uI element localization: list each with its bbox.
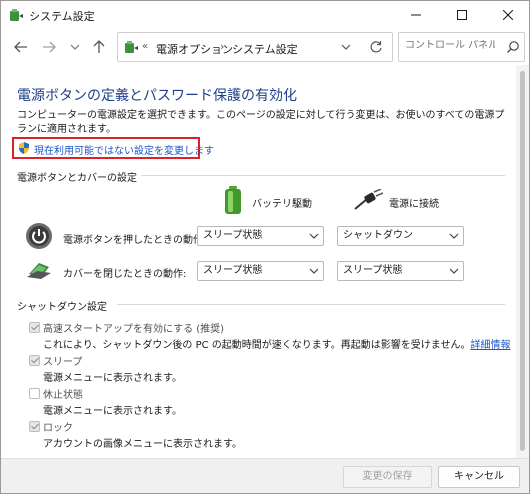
cancel-button[interactable]: キャンセル bbox=[438, 466, 520, 488]
power-options-icon bbox=[10, 9, 23, 21]
maximize-icon bbox=[457, 10, 467, 20]
laptop-lid-icon bbox=[27, 263, 51, 279]
power-buttons-group-label: 電源ボタンとカバーの設定 bbox=[17, 173, 137, 184]
power-button-plugged-select[interactable]: シャットダウン bbox=[337, 226, 464, 246]
address-overflow[interactable]: « bbox=[142, 41, 148, 52]
lock-checkbox[interactable] bbox=[29, 421, 40, 432]
arrow-right-icon bbox=[43, 41, 56, 53]
shutdown-group-label: シャットダウン設定 bbox=[17, 302, 107, 313]
select-value: スリープ状態 bbox=[203, 265, 263, 276]
maximize-button[interactable] bbox=[439, 1, 485, 29]
title-bar: システム設定 bbox=[1, 1, 529, 29]
search-input[interactable] bbox=[405, 40, 495, 51]
sleep-label: スリープ bbox=[43, 357, 83, 368]
power-button-battery-select[interactable]: スリープ状態 bbox=[197, 226, 324, 246]
chevron-down-icon[interactable] bbox=[340, 39, 352, 55]
page-description: コンピューターの電源設定を選択できます。このページの設定に対して行う変更は、お使… bbox=[17, 110, 505, 135]
scrollbar-thumb[interactable] bbox=[520, 71, 525, 451]
system-settings-window: システム設定 « 電源オプション › システム設定 コントロール パネルの...… bbox=[0, 0, 530, 494]
forward-button[interactable] bbox=[37, 35, 61, 59]
select-value: スリープ状態 bbox=[203, 230, 263, 241]
battery-icon bbox=[225, 186, 241, 214]
content-pane: 電源ボタンの定義とパスワード保護の有効化 コンピューターの電源設定を選択できます… bbox=[1, 65, 516, 458]
arrow-left-icon bbox=[14, 41, 27, 53]
up-button[interactable] bbox=[87, 35, 111, 59]
refresh-icon[interactable] bbox=[368, 39, 384, 55]
fast-startup-description-text: これにより、シャットダウン後の PC の起動時間が速くなります。再起動は影響を受… bbox=[43, 340, 471, 351]
breadcrumb-system-settings[interactable]: システム設定 bbox=[232, 41, 298, 57]
chevron-down-icon bbox=[449, 268, 459, 274]
fast-startup-checkbox[interactable] bbox=[29, 322, 40, 333]
battery-column-header: バッテリ駆動 bbox=[252, 199, 312, 210]
more-info-link[interactable]: 詳細情報 bbox=[470, 340, 510, 351]
lid-close-battery-select[interactable]: スリープ状態 bbox=[197, 261, 324, 281]
chevron-down-icon bbox=[309, 268, 319, 274]
fast-startup-description: これにより、シャットダウン後の PC の起動時間が速くなります。再起動は影響を受… bbox=[43, 336, 510, 351]
lock-description: アカウントの画像メニューに表示されます。 bbox=[43, 439, 242, 450]
change-unavailable-settings-link[interactable]: 現在利用可能ではない設定を変更します bbox=[34, 142, 214, 157]
window-title: システム設定 bbox=[29, 10, 95, 23]
minimize-icon bbox=[411, 14, 421, 16]
navigation-bar: « 電源オプション › システム設定 bbox=[1, 29, 529, 65]
close-button[interactable] bbox=[485, 1, 530, 29]
arrow-up-icon bbox=[93, 40, 105, 53]
hibernate-label: 休止状態 bbox=[43, 390, 83, 401]
sleep-checkbox[interactable] bbox=[29, 355, 40, 366]
power-button-action-label: 電源ボタンを押したときの動作: bbox=[63, 235, 207, 246]
search-box[interactable] bbox=[398, 32, 525, 62]
power-button-icon bbox=[26, 223, 52, 249]
group-divider bbox=[141, 175, 505, 176]
select-value: スリープ状態 bbox=[343, 265, 403, 276]
recent-locations-button[interactable] bbox=[63, 35, 87, 59]
back-button[interactable] bbox=[9, 35, 33, 59]
search-icon bbox=[507, 41, 519, 53]
address-bar[interactable]: « 電源オプション › システム設定 bbox=[117, 32, 393, 62]
power-options-icon bbox=[125, 41, 138, 53]
chevron-down-icon bbox=[449, 233, 459, 239]
vertical-scrollbar[interactable] bbox=[516, 65, 529, 458]
close-icon bbox=[503, 10, 513, 20]
chevron-down-icon bbox=[70, 44, 80, 50]
page-title: 電源ボタンの定義とパスワード保護の有効化 bbox=[17, 88, 297, 104]
uac-shield-icon bbox=[19, 142, 29, 154]
plugged-column-header: 電源に接続 bbox=[389, 199, 439, 210]
hibernate-description: 電源メニューに表示されます。 bbox=[43, 406, 182, 417]
save-changes-button[interactable]: 変更の保存 bbox=[343, 466, 432, 488]
sleep-description: 電源メニューに表示されます。 bbox=[43, 373, 182, 384]
chevron-down-icon bbox=[309, 233, 319, 239]
minimize-button[interactable] bbox=[393, 1, 439, 29]
fast-startup-label: 高速スタートアップを有効にする (推奨) bbox=[43, 324, 225, 335]
lock-label: ロック bbox=[43, 423, 73, 434]
footer-bar: 変更の保存 キャンセル bbox=[1, 458, 529, 493]
breadcrumb-separator[interactable]: › bbox=[220, 40, 224, 53]
plug-icon bbox=[354, 189, 383, 210]
lid-close-action-label: カバーを閉じたときの動作: bbox=[63, 269, 187, 280]
lid-close-plugged-select[interactable]: スリープ状態 bbox=[337, 261, 464, 281]
group-divider bbox=[117, 304, 505, 305]
hibernate-checkbox[interactable] bbox=[29, 388, 40, 399]
select-value: シャットダウン bbox=[343, 230, 413, 241]
